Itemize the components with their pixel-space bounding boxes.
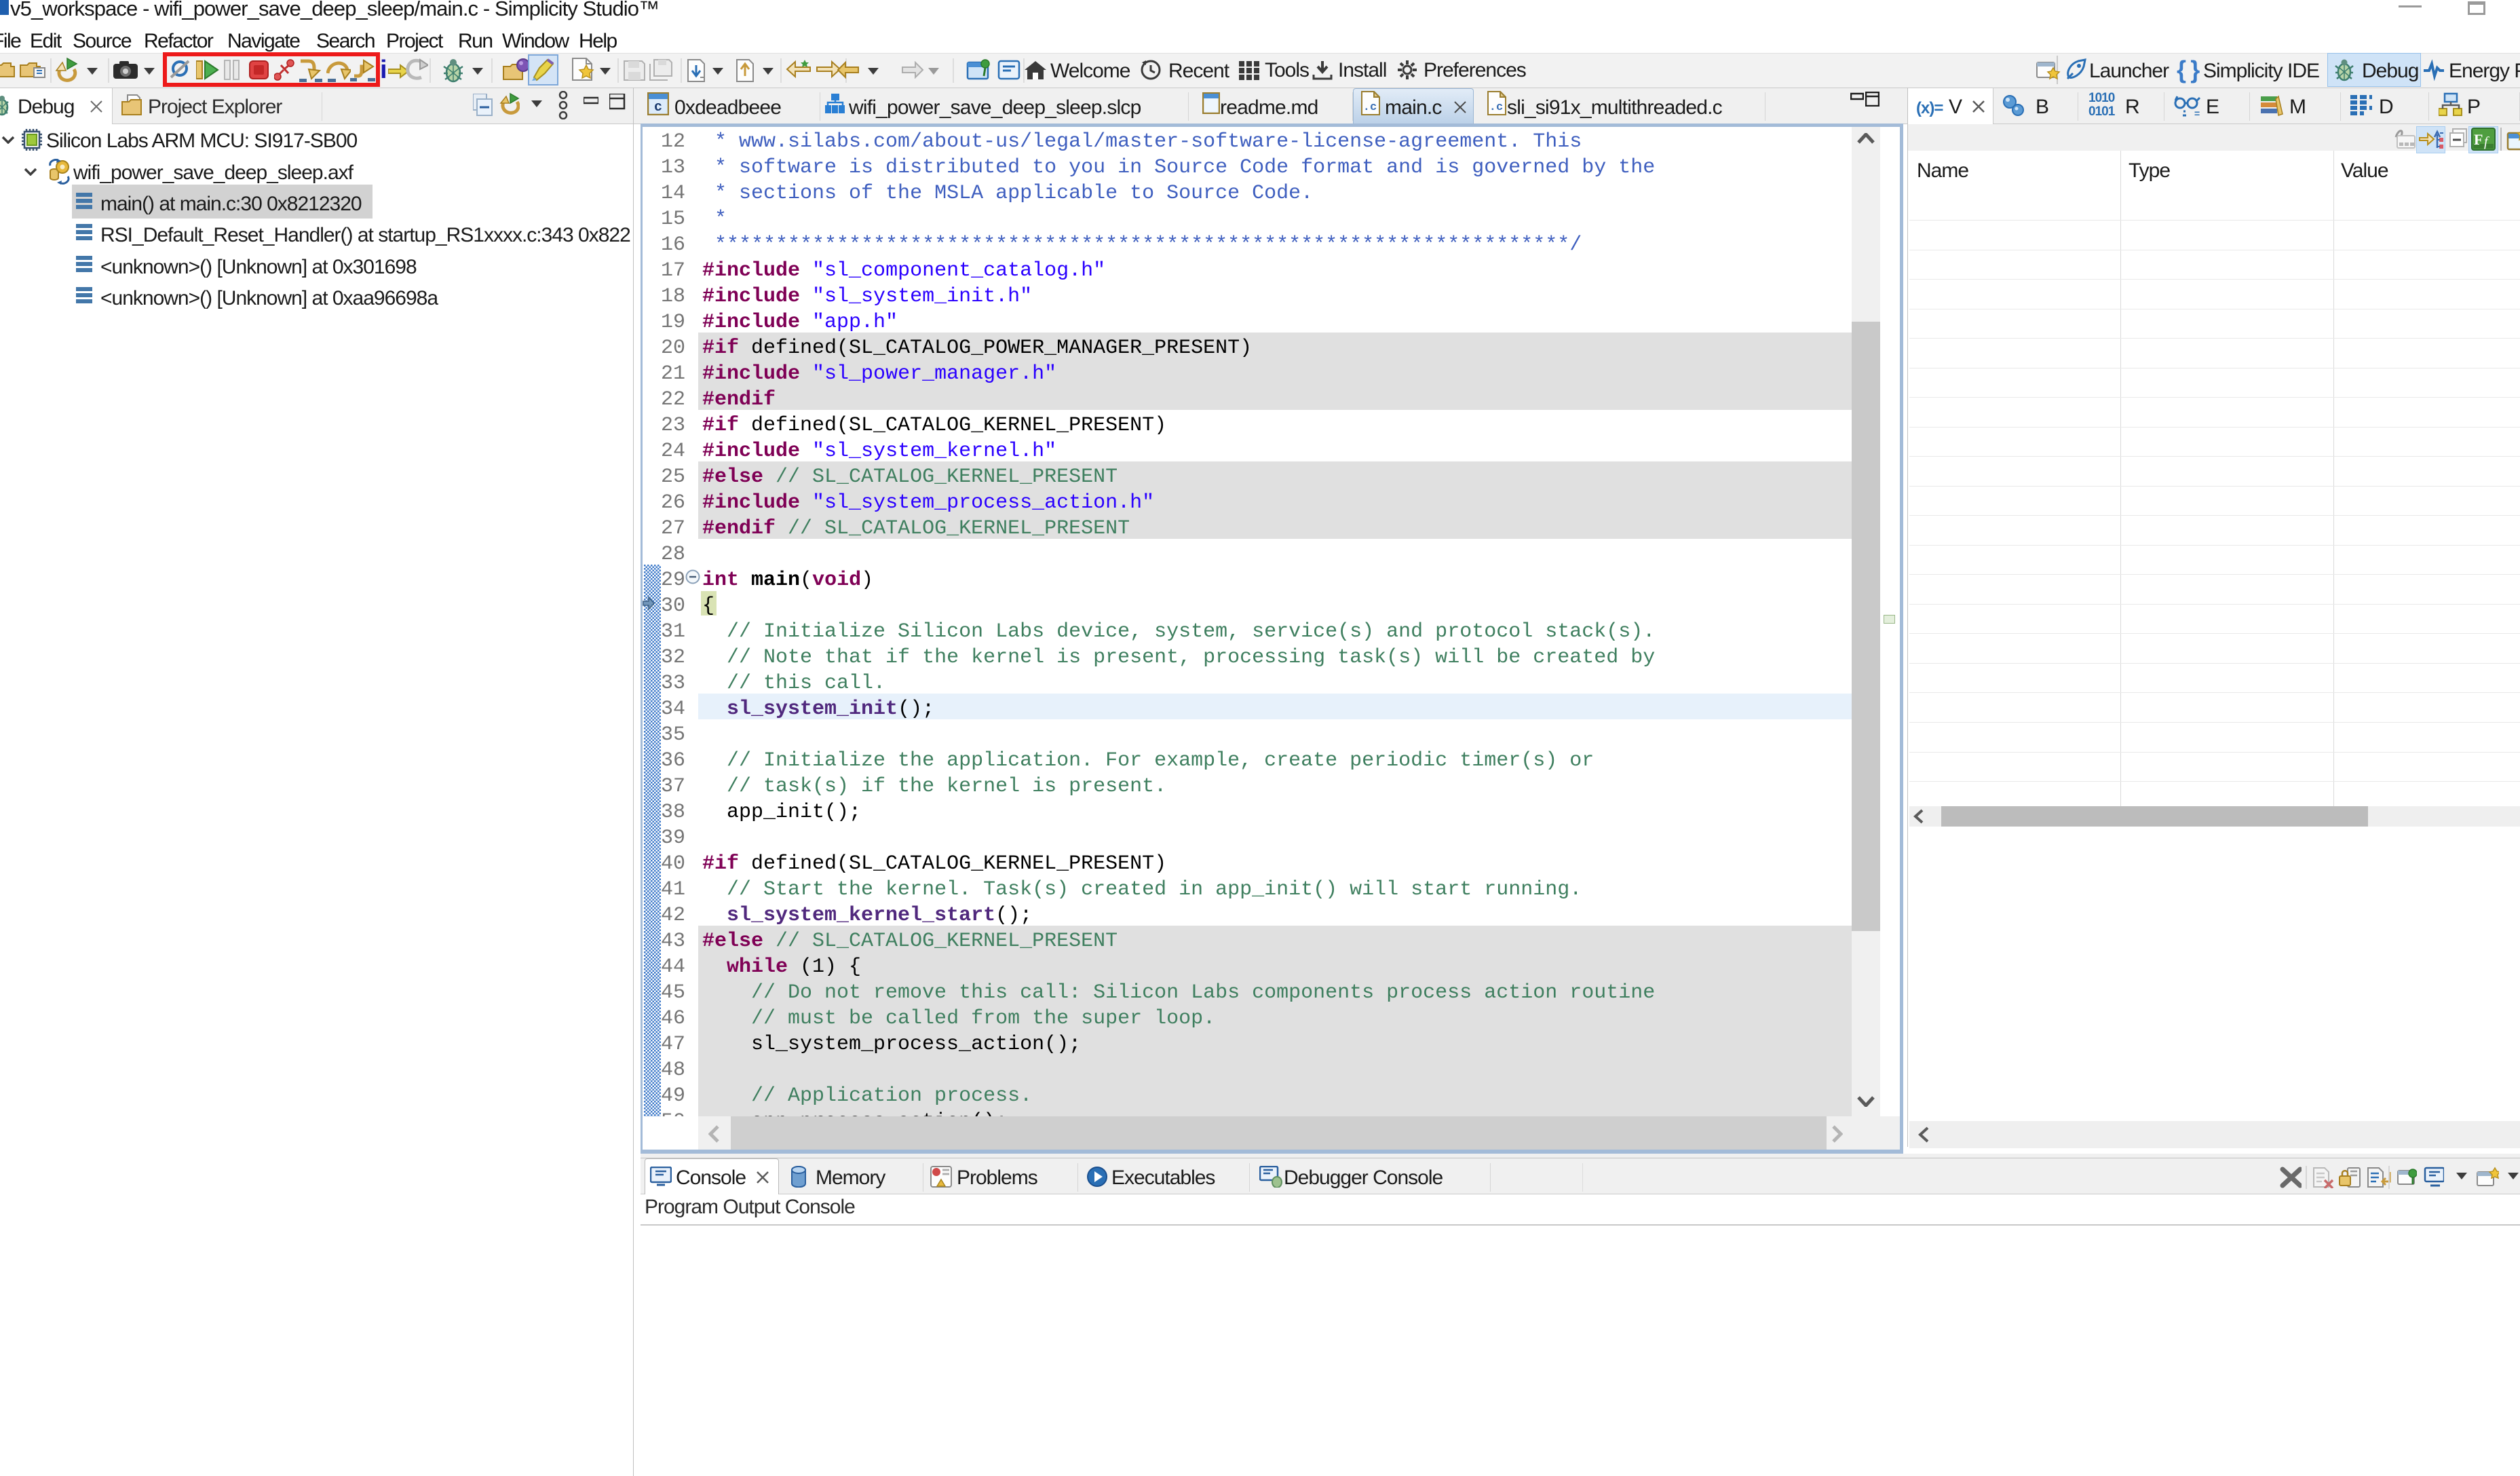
svg-text:c: c bbox=[654, 100, 662, 115]
svg-text:=: = bbox=[2194, 108, 2200, 118]
svg-text:.c: .c bbox=[1363, 101, 1377, 114]
svg-text:F: F bbox=[2474, 131, 2483, 148]
svg-text:.c: .c bbox=[1489, 101, 1503, 114]
